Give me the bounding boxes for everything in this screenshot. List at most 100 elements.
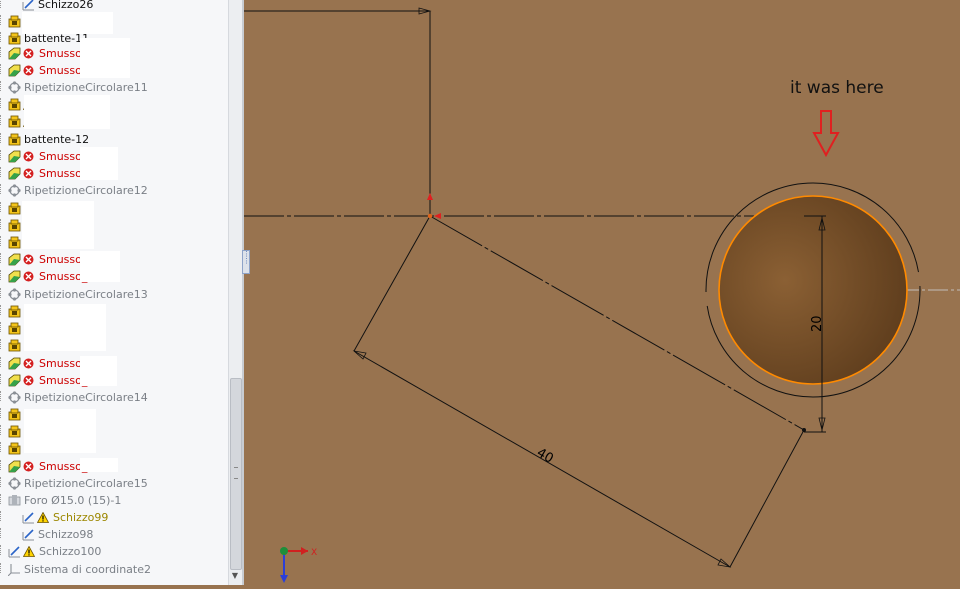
redaction-box bbox=[80, 458, 118, 472]
tree-connector bbox=[0, 288, 6, 298]
triad-x-arrow bbox=[301, 547, 308, 555]
sketch-point[interactable] bbox=[802, 428, 806, 432]
tree-item[interactable]: Foro Ø15.0 (15)-1 bbox=[0, 491, 121, 508]
redaction-box bbox=[80, 38, 130, 78]
folder-icon bbox=[8, 115, 21, 128]
tree-connector bbox=[0, 322, 6, 332]
feature-tree[interactable]: Schizzo26 battente-11 Smusso_ Smusso_ Ripeti… bbox=[0, 0, 228, 585]
tree-item[interactable]: RipetizioneCircolare12 bbox=[0, 181, 148, 198]
chamfer-icon bbox=[8, 357, 21, 370]
annotation-text: it was here bbox=[790, 78, 884, 98]
tree-item[interactable]: Smusso_ bbox=[0, 147, 87, 164]
error-icon bbox=[23, 357, 36, 370]
tree-item[interactable] bbox=[0, 199, 24, 216]
folder-icon bbox=[8, 442, 21, 455]
tree-item[interactable]: Schizzo26 bbox=[0, 0, 93, 12]
folder-icon bbox=[8, 133, 21, 146]
tree-connector bbox=[0, 47, 6, 57]
tree-item-label: Schizzo98 bbox=[38, 527, 94, 541]
tree-item-label: RipetizioneCircolare12 bbox=[24, 183, 148, 197]
tree-item[interactable]: Schizzo100 bbox=[0, 542, 101, 559]
tree-connector bbox=[0, 253, 6, 263]
tree-item-label: Foro Ø15.0 (15)-1 bbox=[24, 493, 122, 507]
tree-item[interactable]: Schizzo98 bbox=[0, 525, 93, 542]
red-down-arrow-icon bbox=[812, 110, 840, 158]
tree-connector bbox=[0, 133, 6, 143]
triad-y-arrow bbox=[280, 575, 288, 583]
graphics-area[interactable]: 40 20 it was here X bbox=[244, 0, 960, 585]
hole-face[interactable] bbox=[718, 195, 908, 385]
tree-item[interactable] bbox=[0, 233, 24, 250]
tree-connector bbox=[0, 408, 6, 418]
tree-item[interactable] bbox=[0, 405, 24, 422]
tree-item[interactable]: battente-12 bbox=[0, 130, 89, 147]
pattern-icon bbox=[8, 476, 21, 490]
tree-item[interactable]: Smusso_ bbox=[0, 371, 87, 388]
tree-item[interactable] bbox=[0, 216, 24, 233]
tree-item[interactable]: Smusso_ bbox=[0, 457, 87, 474]
tree-item[interactable] bbox=[0, 336, 24, 353]
error-icon bbox=[23, 167, 36, 180]
tree-item[interactable]: Smusso_ bbox=[0, 267, 87, 284]
dimension-label-20[interactable]: 20 bbox=[810, 315, 825, 332]
tree-connector bbox=[0, 391, 6, 401]
tree-item[interactable] bbox=[0, 439, 24, 456]
tree-item[interactable]: Sistema di coordinate2 bbox=[0, 560, 151, 577]
tree-item[interactable]: Smusso_ bbox=[0, 61, 87, 78]
tree-connector bbox=[0, 81, 6, 91]
scrollbar-thumb[interactable] bbox=[230, 378, 242, 570]
tree-connector bbox=[0, 477, 6, 487]
folder-icon bbox=[8, 305, 21, 318]
folder-icon bbox=[8, 98, 21, 111]
tree-item-label: RipetizioneCircolare14 bbox=[24, 390, 148, 404]
redaction-box bbox=[80, 147, 118, 180]
pattern-icon bbox=[8, 287, 21, 301]
tree-item[interactable] bbox=[0, 319, 24, 336]
tree-connector bbox=[0, 442, 6, 452]
tree-connector bbox=[0, 219, 6, 229]
tree-connector bbox=[0, 494, 6, 504]
tree-connector bbox=[0, 0, 6, 8]
tree-item[interactable] bbox=[0, 302, 24, 319]
tree-connector bbox=[0, 460, 6, 470]
tree-connector bbox=[0, 15, 6, 25]
tree-connector bbox=[0, 202, 6, 212]
scroll-down-arrow-icon[interactable]: ▼ bbox=[230, 570, 240, 582]
tree-item[interactable]: RipetizioneCircolare14 bbox=[0, 388, 148, 405]
rect-edge[interactable] bbox=[353, 215, 431, 352]
coordinate-system-icon bbox=[7, 563, 21, 576]
tree-item[interactable]: Smusso_ bbox=[0, 44, 87, 61]
tree-item-label: Schizzo26 bbox=[38, 0, 94, 11]
tree-item-label: RipetizioneCircolare11 bbox=[24, 80, 148, 94]
rect-edge[interactable] bbox=[729, 429, 805, 568]
error-icon bbox=[23, 253, 36, 266]
tree-item[interactable] bbox=[0, 422, 24, 439]
tree-item[interactable]: RipetizioneCircolare15 bbox=[0, 474, 148, 491]
error-icon bbox=[23, 460, 36, 473]
horizontal-constraint-arrow bbox=[434, 213, 441, 219]
origin-point[interactable] bbox=[427, 213, 433, 219]
dimension-label-40[interactable]: 40 bbox=[534, 445, 556, 466]
tree-connector bbox=[0, 184, 6, 194]
sketch-canvas[interactable]: 40 20 it was here X bbox=[244, 0, 960, 585]
tree-connector bbox=[0, 339, 6, 349]
folder-icon bbox=[8, 202, 21, 215]
chamfer-icon bbox=[8, 167, 21, 180]
chamfer-icon bbox=[8, 47, 21, 60]
tree-item[interactable] bbox=[0, 12, 24, 29]
sketch-icon bbox=[22, 511, 35, 524]
warning-icon bbox=[36, 511, 50, 524]
tree-item[interactable]: Schizzo99 bbox=[0, 508, 108, 525]
tree-item[interactable]: Smusso_ bbox=[0, 164, 87, 181]
folder-icon bbox=[8, 339, 21, 352]
pattern-icon bbox=[8, 80, 21, 94]
tree-item[interactable]: Smusso_ bbox=[0, 250, 87, 267]
redaction-box bbox=[24, 95, 110, 129]
tree-item[interactable]: RipetizioneCircolare11 bbox=[0, 78, 148, 95]
tree-item[interactable]: Smusso_ bbox=[0, 354, 87, 371]
tree-connector bbox=[0, 150, 6, 160]
error-icon bbox=[23, 47, 36, 60]
triad-origin bbox=[280, 547, 288, 555]
tree-connector bbox=[0, 528, 6, 538]
tree-item[interactable]: RipetizioneCircolare13 bbox=[0, 285, 148, 302]
